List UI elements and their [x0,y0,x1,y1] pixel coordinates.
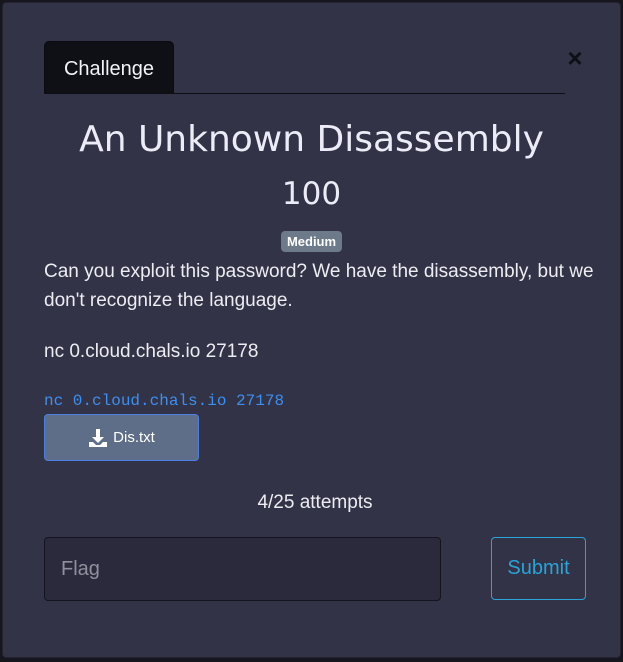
difficulty-badge: Medium [280,231,343,252]
connection-code: nc 0.cloud.chals.io 27178 [44,392,285,410]
challenge-description: Can you exploit this password? We have t… [44,261,594,311]
flag-input[interactable] [44,537,441,601]
connection-text: nc 0.cloud.chals.io 27178 [44,341,259,362]
challenge-title: An Unknown Disassembly [79,119,544,160]
tab-challenge[interactable]: Challenge [44,41,174,93]
submit-button[interactable]: Submit [491,537,586,600]
close-button[interactable]: × [564,45,586,71]
difficulty-badge-container: Medium [0,231,623,252]
attempts-counter: 4/25 attempts [257,492,373,513]
file-name: Dis.txt [113,429,155,446]
challenge-points: 100 [281,176,342,212]
download-icon [89,428,108,447]
file-download-button[interactable]: Dis.txt [44,414,199,461]
tab-bar: Challenge [44,41,565,94]
